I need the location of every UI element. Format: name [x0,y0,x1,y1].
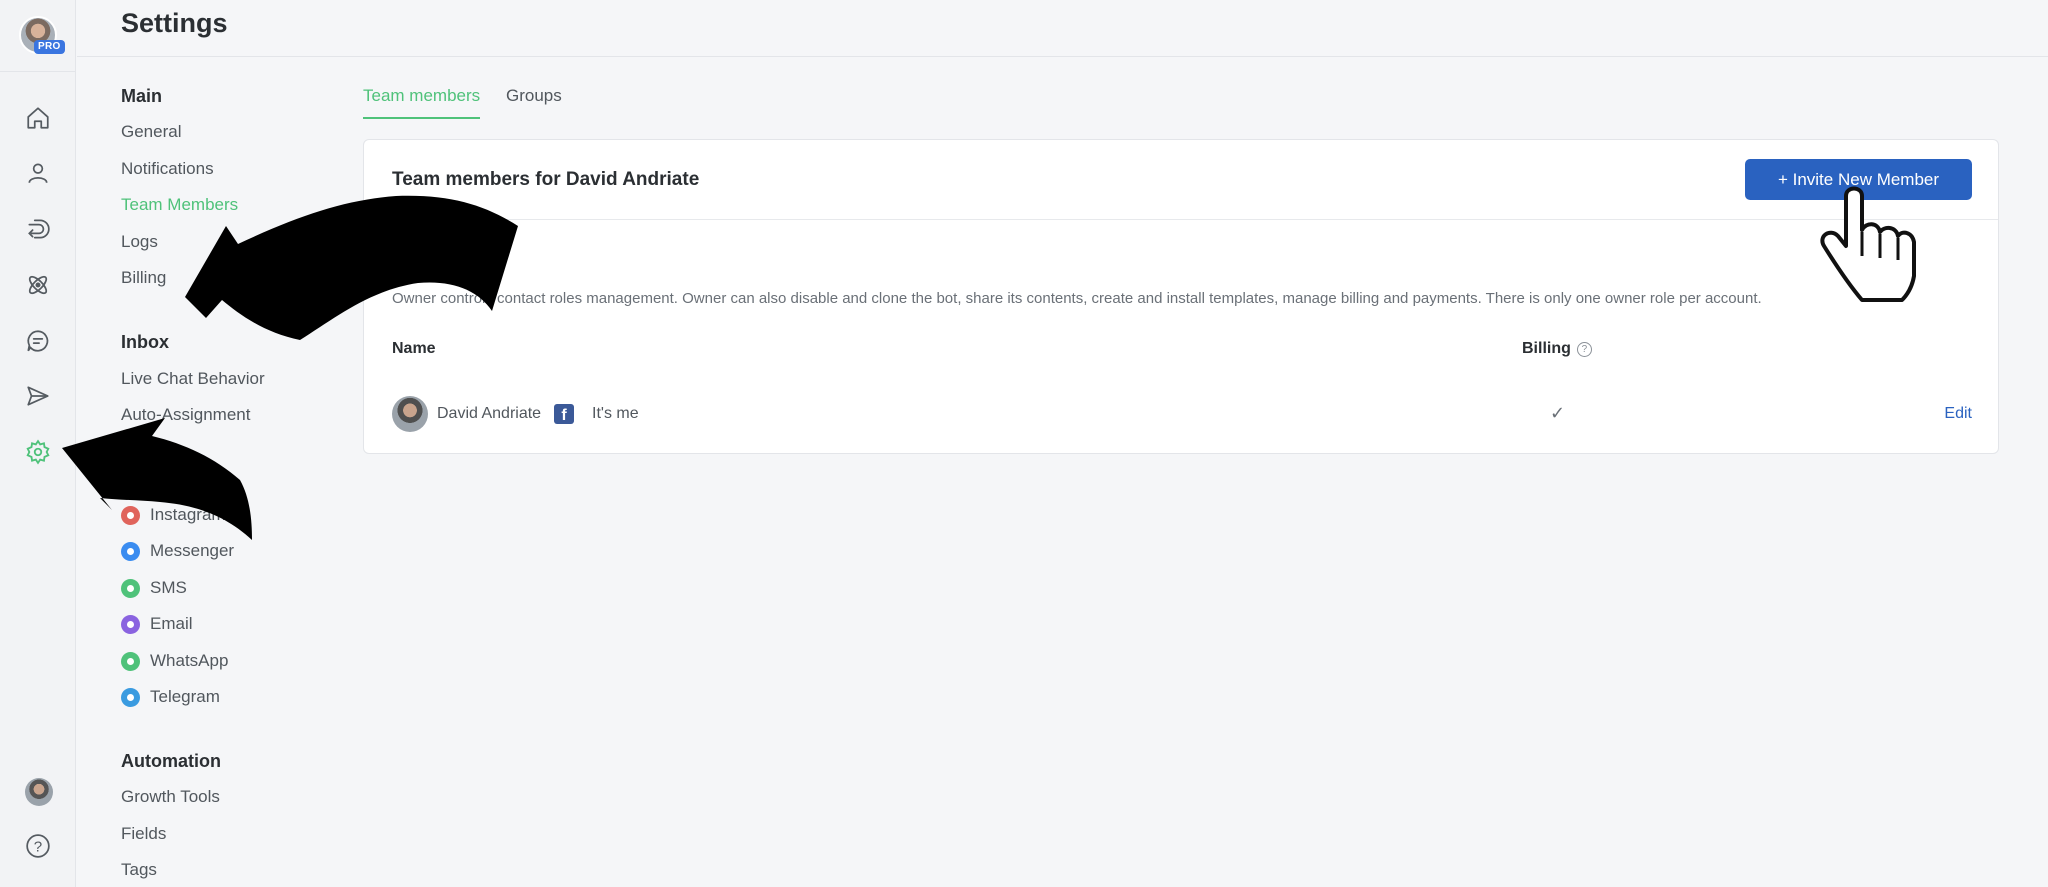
avatar [392,396,428,432]
nav-item-auto-assignment[interactable]: Auto-Assignment [121,405,250,425]
card-header: Team members for David Andriate + Invite… [364,140,1998,220]
invite-new-member-button[interactable]: + Invite New Member [1745,159,1972,200]
nav-item-label: WhatsApp [150,651,229,670]
home-icon[interactable] [23,103,53,133]
page-header: Settings [77,0,2048,57]
nav-item-notifications[interactable]: Notifications [121,159,214,179]
user-icon[interactable] [23,158,53,188]
help-icon[interactable]: ? [23,831,53,861]
nav-item-whatsapp[interactable]: WhatsApp [121,651,228,671]
pro-badge: PRO [34,40,65,54]
nav-item-messenger[interactable]: Messenger [121,541,234,561]
telegram-icon [121,687,140,707]
whatsapp-icon [121,651,140,671]
gear-icon[interactable] [23,437,53,467]
nav-item-fields[interactable]: Fields [121,824,166,844]
left-rail: PRO ? [0,0,76,887]
nav-item-instagram[interactable]: Instagram [121,505,226,525]
column-header-billing-label: Billing [1522,340,1571,357]
nav-item-growth-tools[interactable]: Growth Tools [121,787,220,807]
atom-icon[interactable] [23,270,53,300]
page-title: Settings [121,8,228,38]
billing-check-icon: ✓ [1550,403,1566,423]
edit-link[interactable]: Edit [1944,405,1972,423]
table-row: David Andriate f It's me ✓ Edit [392,396,1972,432]
instagram-icon [121,505,140,525]
tab-groups[interactable]: Groups [506,86,562,117]
nav-item-label: Telegram [150,687,220,706]
column-header-name: Name [392,340,436,357]
nav-section-automation: Automation [121,751,221,771]
nav-item-label: Messenger [150,541,235,560]
nav-item-label: SMS [150,578,187,597]
email-icon [121,614,140,634]
nav-section-inbox: Inbox [121,332,169,352]
nav-item-email[interactable]: Email [121,614,193,634]
role-description: Owner controls contact roles management.… [392,290,1762,307]
nav-item-logs[interactable]: Logs [121,232,158,252]
nav-item-label: Email [150,614,193,633]
user-avatar[interactable] [25,778,53,806]
card-title: Team members for David Andriate [392,169,700,190]
team-members-card: Team members for David Andriate + Invite… [363,139,1999,454]
member-name: David Andriate [437,405,542,422]
automation-icon[interactable] [23,214,53,244]
chat-icon[interactable] [23,326,53,356]
messenger-icon [121,541,140,561]
nav-item-billing[interactable]: Billing [121,268,166,288]
nav-item-sms[interactable]: SMS [121,578,187,598]
its-me-label: It's me [592,405,639,422]
role-title: Owner [392,266,440,283]
tab-team-members[interactable]: Team members [363,86,481,119]
nav-item-tags[interactable]: Tags [121,860,157,880]
facebook-icon: f [554,404,574,424]
nav-item-label: Instagram [150,505,226,524]
nav-section-channels: Channels [121,469,203,489]
nav-section-main: Main [121,86,163,106]
nav-item-live-chat-behavior[interactable]: Live Chat Behavior [121,369,265,389]
column-header-billing: Billing ? [1522,340,1592,358]
help-icon[interactable]: ? [1576,341,1592,357]
send-icon[interactable] [23,381,53,411]
nav-item-team-members[interactable]: Team Members [121,195,238,215]
sms-icon [121,578,140,598]
rail-divider [0,71,76,72]
nav-item-telegram[interactable]: Telegram [121,687,220,707]
svg-text:?: ? [34,838,42,855]
nav-item-general[interactable]: General [121,122,181,142]
